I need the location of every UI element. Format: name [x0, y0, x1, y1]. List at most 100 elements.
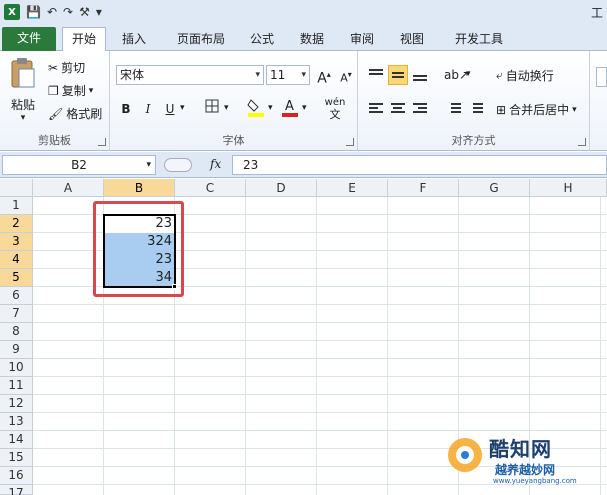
- column-header-c[interactable]: C: [175, 179, 246, 197]
- column-header-g[interactable]: G: [459, 179, 530, 197]
- increase-indent-icon[interactable]: [466, 99, 486, 119]
- row-header[interactable]: 13: [0, 413, 33, 431]
- bottom-align-icon[interactable]: [410, 65, 430, 85]
- row-header[interactable]: 7: [0, 305, 33, 323]
- chevron-down-icon[interactable]: ▾: [224, 103, 229, 113]
- phonetic-icon: wén: [324, 97, 346, 108]
- italic-button[interactable]: I: [138, 99, 158, 119]
- chevron-down-icon[interactable]: ▾: [268, 103, 273, 113]
- row-header[interactable]: 2: [0, 215, 33, 233]
- row-header[interactable]: 4: [0, 251, 33, 269]
- name-box[interactable]: B2 ▾: [2, 155, 156, 175]
- column-header-a[interactable]: A: [33, 179, 104, 197]
- bold-button[interactable]: B: [116, 99, 136, 119]
- redo-icon[interactable]: ↷: [63, 4, 73, 20]
- wrap-text-label: 自动换行: [505, 69, 554, 83]
- chevron-down-icon[interactable]: ▾: [180, 103, 185, 113]
- undo-icon[interactable]: ↶: [47, 4, 57, 20]
- row-header[interactable]: 1: [0, 197, 33, 215]
- column-header-e[interactable]: E: [317, 179, 388, 197]
- svg-text:A: A: [285, 99, 294, 114]
- row-header[interactable]: 9: [0, 341, 33, 359]
- chevron-down-icon[interactable]: ▾: [302, 103, 307, 113]
- select-all-corner[interactable]: [0, 179, 33, 197]
- align-right-icon[interactable]: [410, 99, 430, 119]
- orientation-icon[interactable]: ab↗: [444, 65, 469, 85]
- formula-bar: B2 ▾ fx 23: [0, 152, 607, 178]
- watermark: 酷知网 越养越妙网 www.yueyangbang.com: [441, 429, 601, 491]
- column-header-d[interactable]: D: [246, 179, 317, 197]
- row-header[interactable]: 12: [0, 395, 33, 413]
- tab-insert[interactable]: 插入: [112, 28, 156, 51]
- font-group: 宋体 ▾ 11 ▾ A▴ A▾ B I U ▾ ▾ ▾ A ▾ wén 文 字体: [110, 51, 358, 151]
- tab-page-layout[interactable]: 页面布局: [166, 28, 236, 51]
- column-header-b[interactable]: B: [104, 179, 175, 197]
- row-header[interactable]: 10: [0, 359, 33, 377]
- customize-qat-icon[interactable]: ▾: [96, 4, 102, 20]
- cut-button[interactable]: ✂ 剪切: [48, 59, 85, 76]
- font-name-select[interactable]: 宋体 ▾: [116, 65, 264, 85]
- paste-button[interactable]: 粘贴 ▾: [6, 57, 40, 123]
- merge-center-button[interactable]: ⊞ 合并后居中 ▾: [496, 101, 577, 118]
- excel-app-icon[interactable]: X: [4, 4, 20, 20]
- phonetic-button[interactable]: wén 文: [320, 97, 350, 121]
- shrink-font-button[interactable]: A▾: [336, 65, 356, 85]
- underline-button[interactable]: U: [160, 99, 180, 119]
- clipboard-dialog-launcher[interactable]: [98, 138, 106, 146]
- save-icon[interactable]: 💾: [26, 4, 41, 20]
- paste-icon: [11, 58, 35, 88]
- row-header[interactable]: 6: [0, 287, 33, 305]
- font-color-icon: A: [282, 99, 298, 117]
- formula-input[interactable]: 23: [232, 155, 607, 175]
- copy-button[interactable]: ❐ 复制 ▾: [48, 82, 93, 99]
- grow-font-button[interactable]: A▴: [314, 65, 334, 87]
- wrap-text-button[interactable]: ⤶ 自动换行: [496, 67, 554, 84]
- fill-color-button[interactable]: [246, 97, 266, 117]
- decrease-indent-icon[interactable]: [444, 99, 464, 119]
- font-color-button[interactable]: A: [280, 97, 300, 117]
- row-header[interactable]: 17: [0, 485, 33, 495]
- row-header[interactable]: 11: [0, 377, 33, 395]
- tab-formulas[interactable]: 公式: [240, 28, 284, 51]
- merge-icon: ⊞: [496, 102, 507, 117]
- row-header[interactable]: 14: [0, 431, 33, 449]
- paste-label: 粘贴: [10, 98, 35, 112]
- font-dialog-launcher[interactable]: [346, 138, 354, 146]
- chevron-down-icon: ▾: [301, 70, 306, 80]
- tab-view[interactable]: 视图: [390, 28, 434, 51]
- borders-button[interactable]: [202, 99, 222, 119]
- align-left-icon[interactable]: [366, 99, 386, 119]
- top-align-icon[interactable]: [366, 65, 386, 85]
- align-center-icon[interactable]: [388, 99, 408, 119]
- middle-align-icon[interactable]: [388, 65, 408, 85]
- chevron-down-icon[interactable]: ▾: [466, 69, 471, 79]
- insert-function-icon[interactable]: fx: [210, 157, 221, 171]
- ribbon-tabs: 文件 开始 插入 页面布局 公式 数据 审阅 视图 开发工具: [0, 24, 607, 52]
- column-header-f[interactable]: F: [388, 179, 459, 197]
- watermark-subtitle: 越养越妙网: [495, 463, 556, 477]
- tab-home[interactable]: 开始: [62, 27, 106, 52]
- font-size-select[interactable]: 11 ▾: [266, 65, 310, 85]
- font-size-value: 11: [270, 68, 286, 82]
- column-header-h[interactable]: H: [530, 179, 607, 197]
- tools-icon[interactable]: ⚒: [79, 4, 90, 20]
- tab-developer[interactable]: 开发工具: [444, 28, 514, 51]
- tab-review[interactable]: 审阅: [340, 28, 384, 51]
- row-header[interactable]: 15: [0, 449, 33, 467]
- number-format-select[interactable]: [596, 67, 607, 87]
- alignment-dialog-launcher[interactable]: [578, 138, 586, 146]
- row-header[interactable]: 5: [0, 269, 33, 287]
- watermark-url: www.yueyangbang.com: [493, 477, 577, 485]
- fill-bucket-icon: [247, 99, 264, 117]
- quick-access-toolbar: X 💾 ↶ ↷ ⚒ ▾ 工: [0, 0, 607, 24]
- highlight-annotation-box: [93, 201, 184, 297]
- borders-icon: [205, 99, 219, 113]
- row-header[interactable]: 8: [0, 323, 33, 341]
- formula-bar-splitter[interactable]: [164, 158, 192, 172]
- tab-file[interactable]: 文件: [2, 27, 56, 51]
- tab-data[interactable]: 数据: [290, 28, 334, 51]
- wrap-text-icon: ⤶: [496, 68, 503, 82]
- row-header[interactable]: 16: [0, 467, 33, 485]
- format-painter-button[interactable]: 🖌 格式刷: [48, 105, 102, 122]
- row-header[interactable]: 3: [0, 233, 33, 251]
